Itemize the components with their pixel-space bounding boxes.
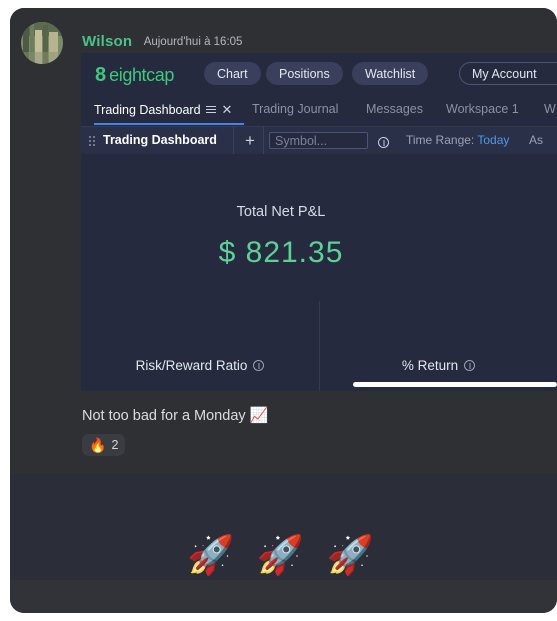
tab-messages[interactable]: Messages — [366, 102, 423, 116]
my-account-button[interactable]: My Account ▾ — [459, 62, 557, 85]
total-net-pl-label: Total Net P&L — [236, 204, 326, 220]
toolbar-divider — [263, 127, 264, 154]
message-timestamp: Aujourd'hui à 16:05 — [143, 36, 243, 48]
toolbar-clipped-label: As — [529, 133, 544, 147]
stats-panel: Risk/Reward Ratio % Return — [81, 301, 557, 391]
avatar[interactable] — [21, 22, 63, 64]
message-text: Not too bad for a Monday 📈 — [82, 406, 268, 424]
tab-trading-dashboard[interactable]: Trading Dashboard ✕ — [94, 102, 232, 118]
symbol-input[interactable]: Symbol... — [269, 132, 368, 149]
time-range-label: Time Range: — [406, 133, 475, 147]
add-widget-button[interactable]: + — [239, 130, 261, 151]
message-header: Wilson Aujourd'hui à 16:05 — [82, 33, 242, 51]
tab-menu-icon[interactable] — [205, 106, 216, 114]
info-icon[interactable] — [464, 360, 476, 371]
app-topbar: 8 eightcap Chart Positions Watchlist My … — [81, 53, 557, 99]
stat-risk-reward-ratio[interactable]: Risk/Reward Ratio — [81, 301, 319, 391]
fire-emoji: 🔥 — [89, 436, 107, 453]
tab-workspace-next[interactable]: W — [544, 102, 556, 116]
my-account-label: My Account — [472, 66, 537, 81]
time-range-control[interactable]: Time Range: Today — [406, 133, 509, 147]
info-icon[interactable] — [253, 360, 265, 371]
total-net-pl-panel: Total Net P&L $ 821.35 — [81, 154, 557, 302]
logo-mark-icon: 8 — [95, 64, 107, 86]
message-text-content: Not too bad for a Monday — [82, 408, 246, 424]
stat-label-row: % Return — [320, 358, 557, 373]
rocket-emojis: 🚀 🚀 🚀 — [186, 535, 381, 577]
tab-trading-journal[interactable]: Trading Journal — [252, 102, 338, 116]
footer-band — [10, 580, 557, 613]
eightcap-logo: 8 eightcap — [95, 65, 174, 85]
stat-percent-return[interactable]: % Return — [320, 301, 557, 391]
tab-label: Trading Dashboard — [94, 103, 201, 117]
stat-label-row: Risk/Reward Ratio — [81, 358, 319, 373]
stat-label: Risk/Reward Ratio — [135, 358, 248, 373]
stat-label: % Return — [401, 358, 459, 373]
drag-handle-icon[interactable] — [89, 136, 96, 146]
tab-close-icon[interactable]: ✕ — [222, 102, 233, 118]
total-net-pl-value: $ 821.35 — [218, 236, 344, 269]
nav-button-chart[interactable]: Chart — [204, 62, 261, 85]
chart-increasing-emoji: 📈 — [249, 407, 269, 424]
active-tab-underline — [94, 123, 244, 125]
message-author[interactable]: Wilson — [82, 33, 132, 50]
nav-button-positions[interactable]: Positions — [266, 62, 343, 85]
reaction-pill-fire[interactable]: 🔥 2 — [82, 434, 126, 456]
embedded-app-screenshot[interactable]: 8 eightcap Chart Positions Watchlist My … — [81, 53, 557, 391]
horizontal-scrollbar-thumb[interactable] — [353, 382, 557, 387]
tab-workspace-1[interactable]: Workspace 1 — [446, 102, 519, 116]
reaction-count: 2 — [111, 438, 119, 452]
symbol-info-icon[interactable] — [378, 135, 389, 153]
chat-message-card: Wilson Aujourd'hui à 16:05 8 eightcap Ch… — [10, 8, 557, 613]
toolbar-divider — [233, 127, 234, 154]
logo-wordmark: eightcap — [109, 65, 174, 85]
workspace-tabstrip: Trading Dashboard ✕ Trading Journal Mess… — [81, 99, 557, 127]
tab-controls[interactable]: ✕ — [205, 102, 233, 118]
dashboard-title: Trading Dashboard — [103, 133, 217, 147]
horizontal-scrollbar-track[interactable] — [81, 382, 557, 389]
message-row: Wilson Aujourd'hui à 16:05 8 eightcap Ch… — [10, 8, 557, 475]
rocket-message-band: 🚀 🚀 🚀 — [10, 475, 557, 580]
time-range-value[interactable]: Today — [477, 133, 509, 147]
dashboard-toolbar: Trading Dashboard + Symbol... Time Range… — [81, 127, 557, 155]
nav-button-watchlist[interactable]: Watchlist — [352, 62, 429, 85]
